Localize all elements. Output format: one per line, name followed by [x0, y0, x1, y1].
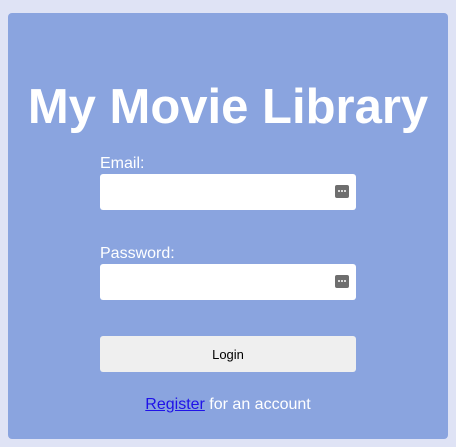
password-label: Password:	[100, 245, 175, 262]
email-field-container	[100, 174, 356, 210]
login-card: My Movie Library Email: Password: Login …	[8, 13, 448, 439]
page-title: My Movie Library	[27, 80, 429, 134]
email-field[interactable]	[100, 174, 356, 210]
password-field-container	[100, 264, 356, 300]
register-prompt: Register for an account	[8, 395, 448, 415]
login-button[interactable]: Login	[100, 336, 356, 372]
password-manager-icon[interactable]	[335, 185, 349, 198]
email-label: Email:	[100, 155, 145, 172]
password-manager-icon[interactable]	[335, 275, 349, 288]
register-suffix-text: for an account	[204, 396, 311, 413]
register-link[interactable]: Register	[145, 396, 205, 413]
password-field[interactable]	[100, 264, 356, 300]
